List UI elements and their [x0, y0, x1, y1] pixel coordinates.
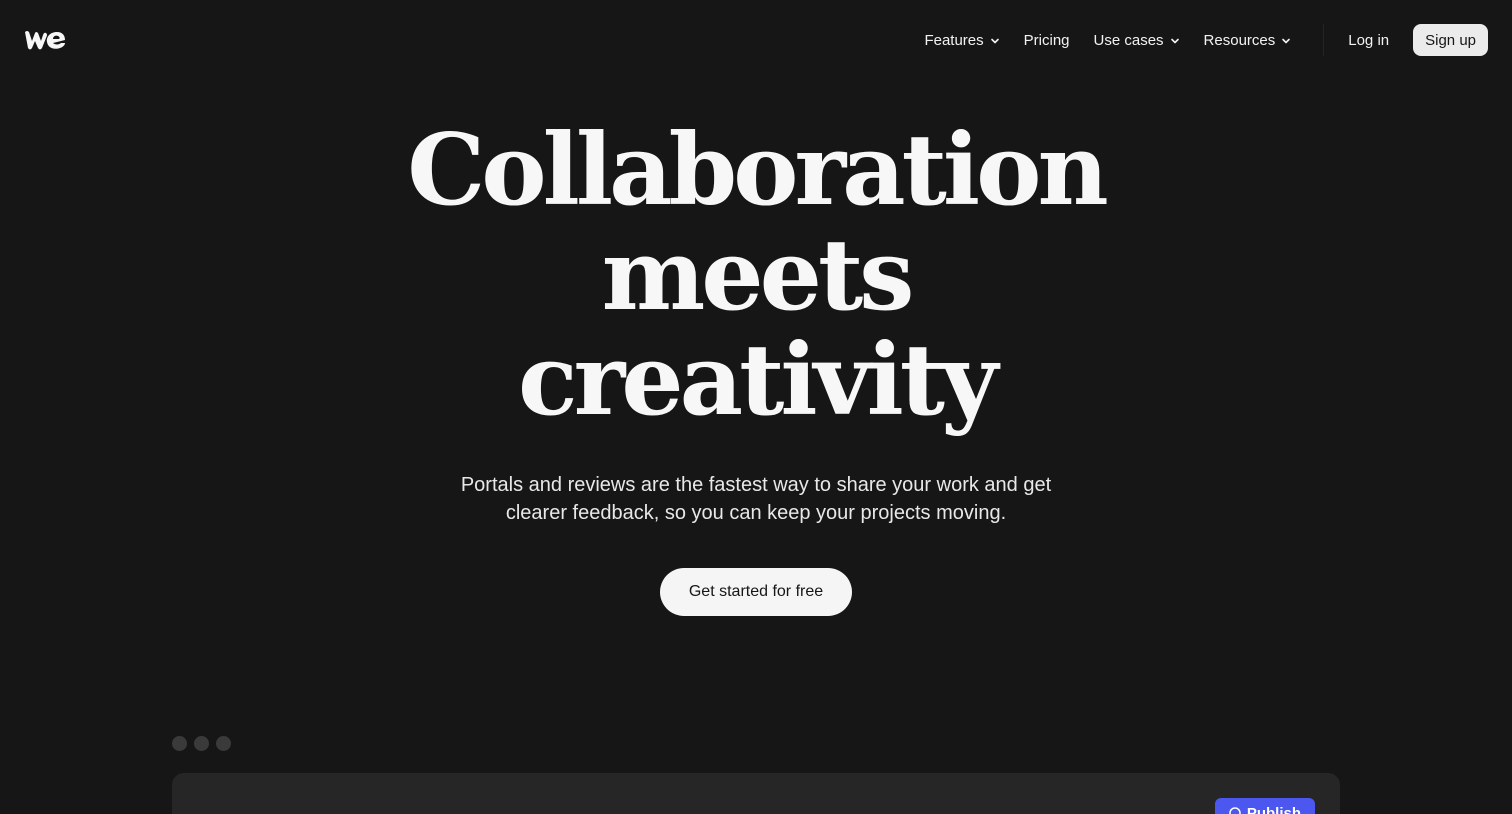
window-dot	[194, 736, 209, 751]
nav-pricing-label: Pricing	[1023, 31, 1070, 49]
globe-icon	[1229, 807, 1241, 814]
window-dot	[216, 736, 231, 751]
chevron-down-icon	[1282, 38, 1291, 44]
window-dots	[172, 736, 231, 751]
chevron-down-icon	[990, 38, 999, 44]
hero-title-line: Collaboration	[407, 113, 1108, 228]
signup-button[interactable]: Sign up	[1413, 24, 1488, 56]
nav-features[interactable]: Features	[924, 32, 999, 49]
get-started-button[interactable]: Get started for free	[660, 568, 852, 616]
wetransfer-logo[interactable]	[24, 29, 66, 51]
top-nav: Features Pricing Use cases Resources Log…	[924, 24, 1488, 56]
window-dot	[172, 736, 187, 751]
nav-use-cases[interactable]: Use cases	[1094, 32, 1180, 49]
nav-pricing[interactable]: Pricing	[1024, 32, 1070, 49]
hero-title-line: creativity	[517, 323, 998, 438]
hero-title-line: meets	[601, 218, 915, 333]
publish-button[interactable]: Publish	[1214, 798, 1315, 814]
nav-links: Features Pricing Use cases Resources	[924, 32, 1291, 49]
hero-subtitle-line: Portals and reviews are the fastest way …	[460, 474, 1052, 496]
chevron-down-icon	[1170, 38, 1179, 44]
hero-subtitle: Portals and reviews are the fastest way …	[431, 471, 1081, 527]
landing-page: Features Pricing Use cases Resources Log…	[0, 0, 1512, 814]
publish-label: Publish	[1246, 804, 1301, 814]
hero-title: Collaboration meets creativity	[0, 118, 1512, 433]
nav-resources[interactable]: Resources	[1204, 32, 1292, 49]
nav-use-cases-label: Use cases	[1093, 31, 1164, 49]
hero-subtitle-line: clearer feedback, so you can keep your p…	[505, 502, 1007, 524]
app-preview-window: Publish	[172, 773, 1340, 814]
nav-features-label: Features	[924, 31, 984, 49]
nav-divider	[1323, 24, 1325, 56]
login-link[interactable]: Log in	[1348, 32, 1389, 49]
nav-resources-label: Resources	[1203, 31, 1276, 49]
